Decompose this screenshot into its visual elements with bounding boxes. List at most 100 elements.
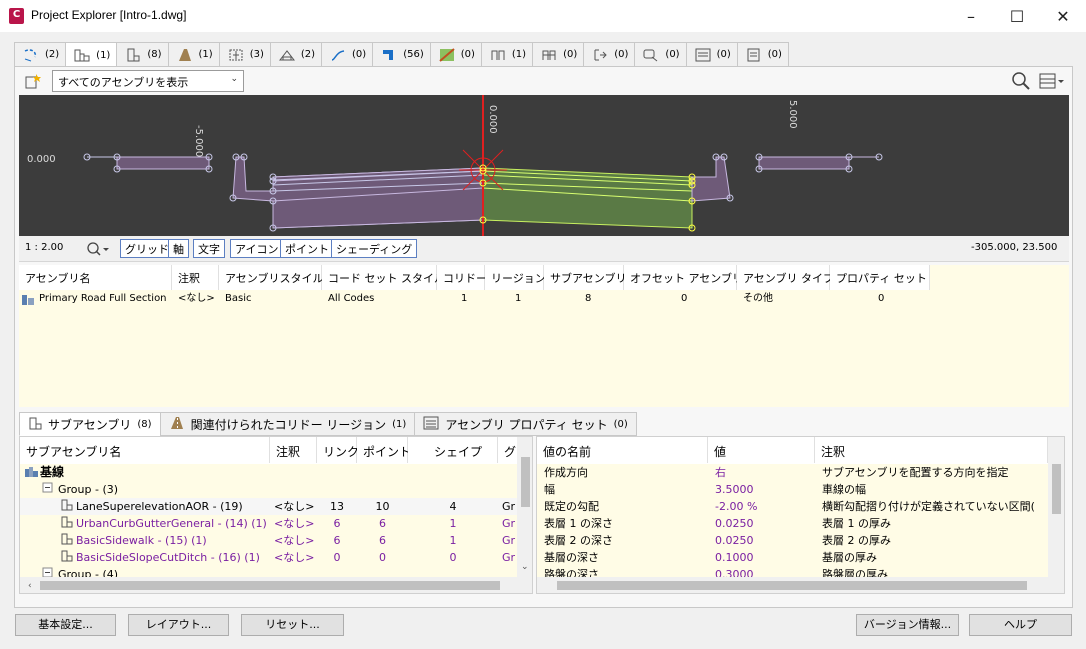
object-tab-5[interactable]: (2) <box>269 42 322 67</box>
column-header[interactable]: リージョン <box>485 265 546 290</box>
preview-toolbar: 1 : 2.00 グリッド 軸 文字 アイコン ポイント シェーディング -30… <box>19 236 1069 262</box>
parameter-row[interactable]: 作成方向 右サブアセンブリを配置する方向を指定 <box>537 464 1048 481</box>
parameter-note: 表層 2 の厚み <box>822 534 891 547</box>
parameter-value[interactable]: 3.5000 <box>708 481 815 498</box>
maximize-button[interactable]: ☐ <box>994 0 1040 32</box>
object-tab-14[interactable]: (0) <box>736 42 789 67</box>
point-toggle[interactable]: ポイント <box>280 239 334 258</box>
column-header[interactable]: 値の名前 <box>537 437 708 463</box>
object-tab-3[interactable]: (1) <box>167 42 219 67</box>
object-tab-13[interactable]: (0) <box>685 42 737 67</box>
column-header[interactable]: リンク <box>317 437 359 463</box>
tree-cell-name: UrbanCurbGutterGeneral - (14) (1) <box>20 515 270 532</box>
tree-row[interactable]: Group - (3) <box>20 481 517 498</box>
column-header[interactable]: シェイプ <box>408 437 498 463</box>
column-header[interactable]: アセンブリスタイル <box>219 265 323 290</box>
column-header[interactable]: 注釈 <box>815 437 1048 463</box>
object-tab-6[interactable]: (0) <box>321 42 373 67</box>
parameter-row[interactable]: 表層 2 の深さ 0.0250 表層 2 の厚み <box>537 532 1048 549</box>
tree-cell-name: Group - (3) <box>20 481 270 498</box>
tree-row[interactable]: 基線 <box>20 464 517 481</box>
object-tab-2[interactable]: (8) <box>116 42 168 67</box>
vertical-scrollbar[interactable] <box>1048 437 1064 593</box>
grid-toggle[interactable]: グリッド <box>120 239 174 258</box>
group-icon[interactable] <box>42 482 58 499</box>
reset-button[interactable]: リセット... <box>241 614 344 636</box>
object-tab-11[interactable]: (0) <box>583 42 635 67</box>
column-header[interactable]: アセンブリ タイプ <box>737 265 834 290</box>
column-header[interactable]: 注釈 <box>270 437 317 463</box>
column-header[interactable]: 注釈 <box>172 265 219 290</box>
tab-count: (1) <box>392 418 407 430</box>
object-tab-10[interactable]: (0) <box>532 42 584 67</box>
new-assembly-icon[interactable] <box>24 72 42 90</box>
tab-property-sets[interactable]: アセンブリ プロパティ セット (0) <box>414 412 637 436</box>
chevron-left-icon[interactable]: ‹ <box>28 581 32 591</box>
tree-cell-links <box>317 464 357 481</box>
parameter-note: 基層の厚み <box>822 551 877 564</box>
object-tab-8[interactable]: (0) <box>429 42 481 67</box>
tab-subassemblies[interactable]: サブアセンブリ (8) <box>19 412 160 436</box>
vertical-scrollbar[interactable]: ⌄ <box>517 437 532 593</box>
parameter-name: 幅 <box>544 483 555 496</box>
object-tab-9[interactable]: (1) <box>480 42 533 67</box>
layout-button[interactable]: レイアウト... <box>128 614 229 636</box>
object-type-icon <box>746 48 762 62</box>
icon-toggle[interactable]: アイコン <box>230 239 284 258</box>
subassembly-icon <box>60 533 76 550</box>
view-options-icon[interactable] <box>1038 71 1066 91</box>
object-type-icon <box>439 47 455 62</box>
column-header[interactable]: アセンブリ名 <box>19 265 172 290</box>
column-header[interactable]: プロパティ セット <box>830 265 930 290</box>
column-header[interactable]: コード セット スタイル <box>322 265 445 290</box>
parameter-row[interactable]: 既定の勾配 -2.00 % 横断勾配摺り付けが定義されていない区間( <box>537 498 1048 515</box>
zoom-icon[interactable] <box>85 239 111 259</box>
tree-row[interactable]: UrbanCurbGutterGeneral - (14) (1) <なし> 6 6 1… <box>20 515 517 532</box>
object-tab-12[interactable]: (0) <box>634 42 686 67</box>
column-header[interactable]: コリドー <box>437 265 487 290</box>
column-header[interactable]: オフセット アセンブリ <box>624 265 743 290</box>
tree-row[interactable]: BasicSideSlopeCutDitch - (16) (1) <なし> 0 0 0… <box>20 549 517 566</box>
assembly-filter-select[interactable]: すべてのアセンブリを表示 ⌄ <box>52 70 244 92</box>
tree-cell-name: BasicSideSlopeCutDitch - (16) (1) <box>20 549 270 566</box>
parameter-value[interactable]: 0.0250 <box>708 515 815 532</box>
parameter-value[interactable]: -2.00 % <box>708 498 815 515</box>
tree-cell-group: Gr <box>502 551 516 564</box>
column-header[interactable]: ポイント <box>357 437 411 463</box>
object-tab-7[interactable]: (56) <box>372 42 430 67</box>
horizontal-scrollbar[interactable]: ‹ <box>20 577 517 593</box>
axis-toggle[interactable]: 軸 <box>168 239 189 258</box>
parameter-note: 表層 1 の厚み <box>822 517 891 530</box>
close-button[interactable]: ✕ <box>1040 0 1086 32</box>
object-tab-4[interactable]: (3) <box>218 42 270 67</box>
object-tab-0[interactable]: (2) <box>14 42 66 67</box>
tree-row[interactable]: BasicSidewalk - (15) (1) <なし> 6 6 1 Gr <box>20 532 517 549</box>
assembly-preview[interactable]: -5.000 0.000 5.000 0.000 <box>19 95 1069 236</box>
parameter-value[interactable]: 0.1000 <box>708 549 815 566</box>
object-tab-1[interactable]: (1) <box>65 42 117 68</box>
shading-toggle[interactable]: シェーディング <box>331 239 418 258</box>
column-header[interactable]: サブアセンブリ名 <box>20 437 270 463</box>
minimize-button[interactable]: – <box>948 0 994 32</box>
parameter-value[interactable]: 右 <box>708 464 815 481</box>
parameter-row[interactable]: 基層の深さ 0.1000 基層の厚み <box>537 549 1048 566</box>
scale-readout[interactable]: 1 : 2.00 <box>25 242 63 253</box>
parameter-value[interactable]: 0.0250 <box>708 532 815 549</box>
text-toggle[interactable]: 文字 <box>193 239 225 258</box>
tree-cell-group <box>498 464 518 481</box>
tab-corridor-regions[interactable]: 関連付けられたコリドー リージョン (1) <box>159 412 415 436</box>
search-icon[interactable] <box>1011 71 1031 91</box>
horizontal-scrollbar[interactable] <box>537 577 1048 593</box>
object-count: (3) <box>249 49 264 60</box>
tree-row[interactable]: LaneSuperelevationAOR - (19) <なし> 13 10 4 Gr <box>20 498 517 515</box>
parameter-grid: 値の名前 値 注釈 作成方向 右サブアセンブリを配置する方向を指定幅 3.5000 車… <box>536 436 1065 594</box>
settings-button[interactable]: 基本設定... <box>15 614 116 636</box>
column-header[interactable]: グ <box>498 437 518 463</box>
parameter-row[interactable]: 表層 1 の深さ 0.0250 表層 1 の厚み <box>537 515 1048 532</box>
column-header[interactable]: サブアセンブリ <box>544 265 626 290</box>
help-button[interactable]: ヘルプ <box>969 614 1072 636</box>
version-info-button[interactable]: バージョン情報... <box>856 614 959 636</box>
parameter-row[interactable]: 幅 3.5000 車線の幅 <box>537 481 1048 498</box>
chevron-down-icon[interactable]: ⌄ <box>521 562 529 572</box>
column-header[interactable]: 値 <box>708 437 815 463</box>
